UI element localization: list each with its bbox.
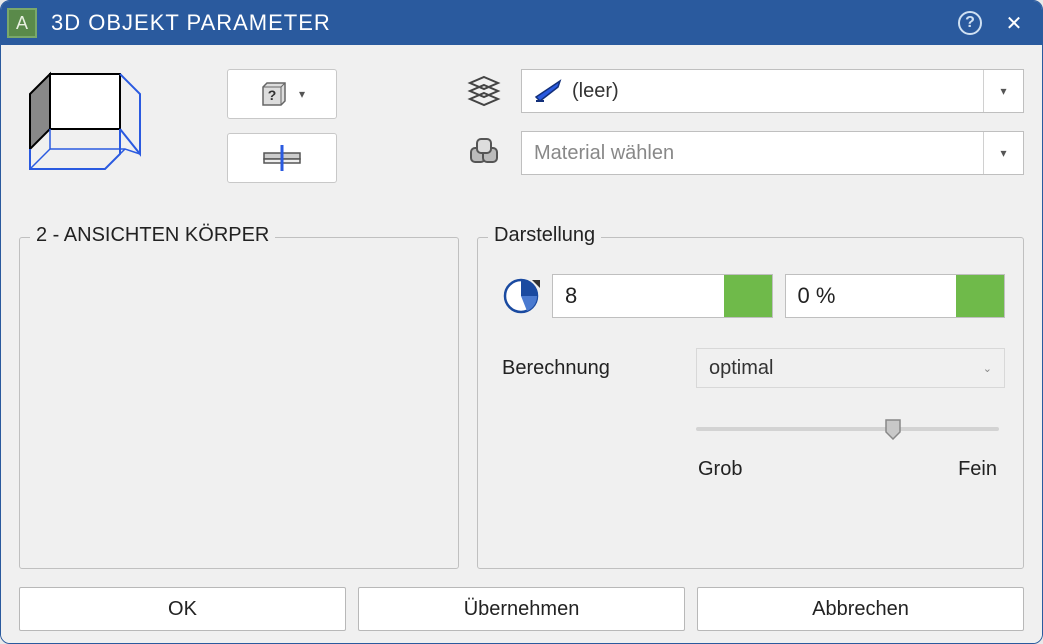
cancel-button[interactable]: Abbrechen [697, 587, 1024, 631]
layers-icon [465, 74, 503, 108]
dialog-content: ? ▾ [1, 45, 1042, 643]
value-2-input[interactable]: 0 % [785, 274, 1006, 318]
mid-row: 2 - ANSICHTEN KÖRPER Darstellung 8 [19, 237, 1024, 569]
tool-column: ? ▾ [227, 63, 337, 223]
chevron-down-icon: ▾ [983, 132, 1023, 174]
darstellung-group: Darstellung 8 [477, 237, 1024, 569]
material-dropdown-placeholder: Material wählen [522, 142, 983, 165]
slider-thumb[interactable] [884, 418, 902, 440]
value-2-text: 0 % [786, 275, 957, 317]
views-body-group: 2 - ANSICHTEN KÖRPER [19, 237, 459, 569]
slider-min-label: Grob [698, 458, 742, 481]
quality-slider[interactable] [696, 418, 999, 440]
window-title: 3D OBJEKT PARAMETER [51, 10, 948, 36]
berechnung-row: Berechnung optimal ⌄ [496, 348, 1005, 388]
slider-max-label: Fein [958, 458, 997, 481]
layer-row: (leer) ▾ [465, 69, 1024, 113]
material-dropdown[interactable]: Material wählen ▾ [521, 131, 1024, 175]
section-tool-button[interactable] [227, 133, 337, 183]
layer-dropdown-value: (leer) [572, 80, 619, 103]
value-1-input[interactable]: 8 [552, 274, 773, 318]
berechnung-label: Berechnung [502, 357, 672, 380]
value-1-text: 8 [553, 275, 724, 317]
layer-dropdown-content: (leer) [522, 79, 983, 103]
app-icon: A [7, 8, 37, 38]
titlebar: A 3D OBJEKT PARAMETER ? ✕ [1, 1, 1042, 45]
help-tool-dropdown[interactable]: ? ▾ [227, 69, 337, 119]
darstellung-group-title: Darstellung [488, 224, 601, 247]
object-3d-icon [25, 69, 145, 179]
paint-roller-icon [534, 79, 562, 103]
ok-button[interactable]: OK [19, 587, 346, 631]
section-plane-icon [258, 143, 306, 173]
value-1-color-swatch[interactable] [724, 275, 772, 317]
quality-slider-block: Grob Fein [496, 418, 1005, 481]
material-icon [465, 136, 503, 170]
close-button[interactable]: ✕ [992, 1, 1036, 45]
question-box-icon: ? [259, 79, 289, 109]
berechnung-value: optimal [709, 357, 773, 380]
help-icon: ? [958, 11, 982, 35]
chevron-down-icon: ▾ [299, 87, 305, 101]
dialog-button-row: OK Übernehmen Abbrechen [19, 583, 1024, 631]
layer-dropdown[interactable]: (leer) ▾ [521, 69, 1024, 113]
pie-chart-icon [502, 277, 540, 315]
views-body-group-title: 2 - ANSICHTEN KÖRPER [30, 224, 275, 247]
chevron-down-icon: ▾ [983, 70, 1023, 112]
slider-labels: Grob Fein [696, 458, 999, 481]
appearance-values-row: 8 0 % [496, 274, 1005, 318]
top-row: ? ▾ [19, 63, 1024, 223]
value-2-color-swatch[interactable] [956, 275, 1004, 317]
slider-track-line [696, 427, 999, 431]
dialog-window: A 3D OBJEKT PARAMETER ? ✕ [0, 0, 1043, 644]
svg-text:?: ? [268, 87, 277, 103]
berechnung-dropdown[interactable]: optimal ⌄ [696, 348, 1005, 388]
close-icon: ✕ [1006, 11, 1023, 36]
top-right-column: (leer) ▾ Mater [355, 63, 1024, 223]
material-row: Material wählen ▾ [465, 131, 1024, 175]
object-preview [19, 63, 209, 223]
help-button[interactable]: ? [948, 1, 992, 45]
apply-button[interactable]: Übernehmen [358, 587, 685, 631]
chevron-down-icon: ⌄ [983, 362, 992, 375]
